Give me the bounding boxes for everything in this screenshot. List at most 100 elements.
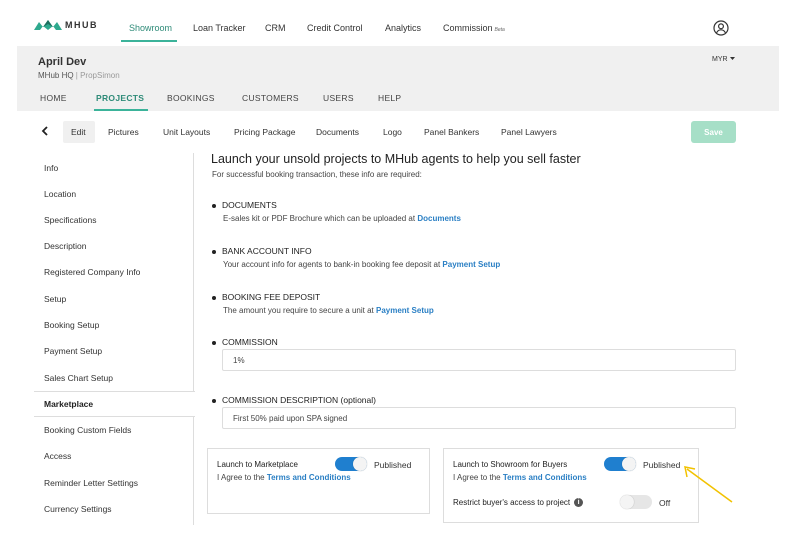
documents-link[interactable]: Documents (417, 214, 461, 223)
mhub-logo[interactable]: MHUB (34, 20, 98, 30)
req-title-text: BANK ACCOUNT INFO (222, 246, 312, 256)
subtab-panel-bankers[interactable]: Panel Bankers (424, 127, 479, 137)
tab-customers[interactable]: CUSTOMERS (242, 93, 299, 103)
req-booking-fee-title: BOOKING FEE DEPOSIT (212, 292, 320, 302)
sidebar-item-booking-setup[interactable]: Booking Setup (44, 320, 99, 330)
tab-users[interactable]: USERS (323, 93, 354, 103)
commission-desc-title: COMMISSION DESCRIPTION (optional) (212, 395, 376, 405)
payment-setup-link-2[interactable]: Payment Setup (376, 306, 434, 315)
restrict-label-text: Restrict buyer's access to project (453, 498, 571, 507)
nav-commission[interactable]: Commission Beta (443, 23, 505, 33)
launch-marketplace-card: Launch to Marketplace Published I Agree … (207, 448, 430, 514)
commission-title: COMMISSION (212, 337, 278, 347)
showroom-agree: I Agree to the Terms and Conditions (453, 473, 587, 482)
commission-input[interactable]: 1% (222, 349, 736, 371)
sidebar-item-marketplace[interactable]: Marketplace (44, 399, 93, 409)
agree-text: I Agree to the (453, 473, 503, 482)
req-bank-desc: Your account info for agents to bank-in … (223, 260, 500, 269)
req-desc-text: Your account info for agents to bank-in … (223, 260, 443, 269)
subtab-panel-lawyers[interactable]: Panel Lawyers (501, 127, 557, 137)
commission-desc-title-text: COMMISSION DESCRIPTION (optional) (222, 395, 376, 405)
tab-projects[interactable]: PROJECTS (96, 93, 144, 103)
req-documents-title: DOCUMENTS (212, 200, 277, 210)
sidebar-item-info[interactable]: Info (44, 163, 58, 173)
subtab-pictures[interactable]: Pictures (108, 127, 139, 137)
sidebar-item-description[interactable]: Description (44, 241, 87, 251)
marketplace-status: Published (374, 460, 412, 470)
toggle-knob (622, 457, 636, 471)
sidebar-item-location[interactable]: Location (44, 189, 76, 199)
showroom-terms-link[interactable]: Terms and Conditions (503, 473, 587, 482)
subtab-logo[interactable]: Logo (383, 127, 402, 137)
bullet (212, 340, 216, 345)
launch-showroom-card: Launch to Showroom for Buyers Published … (443, 448, 699, 523)
top-nav: MHUB Showroom Loan Tracker CRM Credit Co… (0, 0, 790, 46)
currency-selector[interactable]: MYR (712, 56, 735, 63)
showroom-publish-toggle[interactable] (604, 457, 636, 471)
mhub-logo-icon (34, 20, 62, 30)
restrict-access-toggle[interactable] (620, 495, 652, 509)
bullet (212, 249, 216, 254)
sidebar-item-currency-settings[interactable]: Currency Settings (44, 504, 112, 514)
save-button[interactable]: Save (691, 121, 736, 143)
project-subtabs: Edit Pictures Unit Layouts Pricing Packa… (17, 111, 779, 153)
agent-name: PropSimon (80, 71, 120, 80)
nav-analytics[interactable]: Analytics (385, 23, 421, 33)
tab-bookings[interactable]: BOOKINGS (167, 93, 215, 103)
marketplace-publish-toggle[interactable] (335, 457, 367, 471)
commission-description-input[interactable]: First 50% paid upon SPA signed (222, 407, 736, 429)
settings-sidebar: Info Location Specifications Description… (34, 153, 195, 525)
restrict-access-label: Restrict buyer's access to project i (453, 498, 584, 508)
marketplace-card-title: Launch to Marketplace (217, 460, 298, 469)
page-subtitle: For successful booking transaction, thes… (212, 170, 422, 179)
sidebar-item-specifications[interactable]: Specifications (44, 215, 96, 225)
commission-title-text: COMMISSION (222, 337, 278, 347)
org-name: MHub HQ (38, 71, 74, 80)
chevron-left-icon[interactable] (41, 126, 49, 136)
sidebar-item-setup[interactable]: Setup (44, 294, 66, 304)
req-bank-title: BANK ACCOUNT INFO (212, 246, 312, 256)
project-org: MHub HQ | PropSimon (38, 71, 120, 80)
showroom-status: Published (643, 460, 681, 470)
info-icon[interactable]: i (574, 498, 584, 508)
tab-home[interactable]: HOME (40, 93, 67, 103)
marketplace-terms-link[interactable]: Terms and Conditions (267, 473, 351, 482)
sidebar-item-payment-setup[interactable]: Payment Setup (44, 346, 102, 356)
page-title: Launch your unsold projects to MHub agen… (211, 152, 581, 166)
bullet (212, 295, 216, 300)
tab-help[interactable]: HELP (378, 93, 401, 103)
showroom-card-title: Launch to Showroom for Buyers (453, 460, 568, 469)
caret-down-icon (729, 57, 735, 61)
toggle-knob (620, 495, 634, 509)
logo-text: MHUB (65, 20, 98, 30)
toggle-knob (353, 457, 367, 471)
marketplace-agree: I Agree to the Terms and Conditions (217, 473, 351, 482)
payment-setup-link[interactable]: Payment Setup (442, 260, 500, 269)
currency-label: MYR (712, 56, 728, 63)
user-account-icon[interactable] (713, 20, 729, 36)
subtab-documents[interactable]: Documents (316, 127, 359, 137)
subtab-unit-layouts[interactable]: Unit Layouts (163, 127, 210, 137)
sidebar-item-registered-company-info[interactable]: Registered Company Info (44, 267, 140, 277)
subtab-edit[interactable]: Edit (71, 127, 86, 137)
req-title-text: BOOKING FEE DEPOSIT (222, 292, 321, 302)
sidebar-item-booking-custom-fields[interactable]: Booking Custom Fields (44, 425, 131, 435)
sidebar-item-access[interactable]: Access (44, 451, 71, 461)
req-desc-text: E-sales kit or PDF Brochure which can be… (223, 214, 418, 223)
annotation-arrow-icon (684, 466, 733, 503)
nav-loan-tracker[interactable]: Loan Tracker (193, 23, 246, 33)
restrict-access-status: Off (659, 498, 671, 508)
subtab-pricing-package[interactable]: Pricing Package (234, 127, 295, 137)
bullet (212, 203, 216, 208)
project-name: April Dev (38, 56, 87, 68)
sidebar-item-reminder-letter-settings[interactable]: Reminder Letter Settings (44, 478, 138, 488)
nav-credit-control[interactable]: Credit Control (307, 23, 363, 33)
req-title-text: DOCUMENTS (222, 200, 277, 210)
project-header: April Dev MHub HQ | PropSimon MYR HOME P… (17, 46, 779, 111)
req-documents-desc: E-sales kit or PDF Brochure which can be… (223, 214, 461, 223)
nav-crm[interactable]: CRM (265, 23, 286, 33)
beta-badge: Beta (494, 27, 505, 33)
req-desc-text: The amount you require to secure a unit … (223, 306, 376, 315)
nav-showroom[interactable]: Showroom (129, 23, 172, 33)
sidebar-item-sales-chart-setup[interactable]: Sales Chart Setup (44, 373, 113, 383)
